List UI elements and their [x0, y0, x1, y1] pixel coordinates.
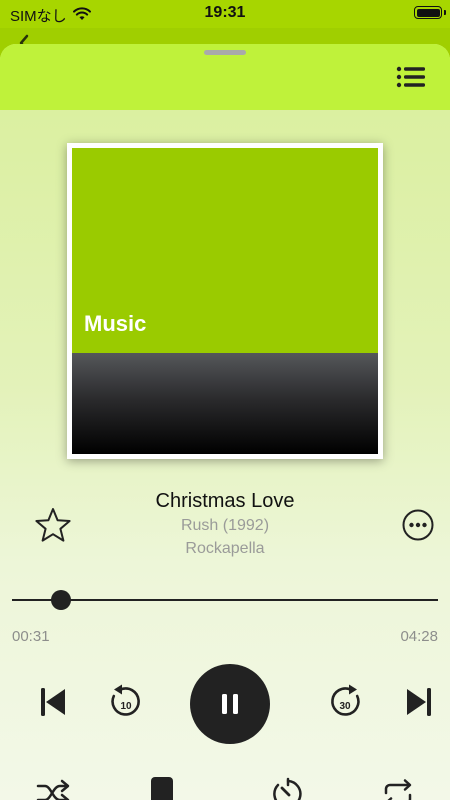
rewind-10-icon: 10	[111, 684, 140, 716]
list-icon	[396, 66, 425, 88]
player-screen: SIMなし 19:31 Music Christmas Love Rush (1…	[0, 0, 450, 800]
elapsed-time: 00:31	[12, 628, 50, 645]
repeat-icon	[384, 779, 412, 800]
forward-seconds-label: 30	[339, 701, 351, 712]
progress-scrubber[interactable]	[51, 590, 72, 610]
track-album: Rush (1992)	[180, 517, 270, 534]
sheet-grabber[interactable]	[204, 50, 246, 55]
rewind-seconds-label: 10	[120, 701, 132, 712]
shuffle-icon	[36, 779, 70, 800]
track-title: Christmas Love	[155, 490, 295, 512]
forward-button[interactable]: 30	[327, 683, 363, 721]
more-options-button[interactable]	[402, 509, 434, 541]
repeat-button[interactable]	[382, 778, 414, 800]
next-track-icon	[407, 688, 431, 716]
pause-icon	[222, 694, 238, 714]
sheet-header	[0, 44, 450, 110]
rewind-button[interactable]: 10	[108, 683, 144, 721]
now-playing-sheet: Music Christmas Love Rush (1992) Rockape…	[0, 44, 450, 800]
ellipsis-circle-icon	[402, 509, 434, 541]
shuffle-button[interactable]	[36, 778, 70, 800]
status-bar: SIMなし 19:31	[0, 0, 450, 28]
sleep-timer-button[interactable]	[272, 777, 304, 800]
queue-list-button[interactable]	[396, 66, 426, 88]
timer-icon	[273, 777, 302, 800]
battery-cap	[444, 10, 446, 15]
album-artwork: Music	[67, 143, 383, 459]
play-pause-button[interactable]	[190, 664, 270, 744]
artwork-bottom-panel	[72, 353, 378, 454]
airplay-icon	[151, 777, 173, 800]
previous-track-button[interactable]	[38, 684, 68, 720]
forward-30-icon: 30	[331, 684, 360, 716]
total-time: 04:28	[400, 628, 438, 645]
artwork-label: Music	[84, 311, 147, 336]
next-track-button[interactable]	[404, 684, 434, 720]
progress-track[interactable]	[12, 599, 438, 601]
track-artist: Rockapella	[185, 540, 265, 557]
battery-fill	[416, 8, 440, 17]
status-time: 19:31	[204, 4, 246, 21]
airplay-button[interactable]	[150, 776, 174, 800]
artwork-top-panel: Music	[72, 148, 378, 353]
battery-icon	[414, 6, 442, 19]
previous-track-icon	[41, 688, 65, 716]
